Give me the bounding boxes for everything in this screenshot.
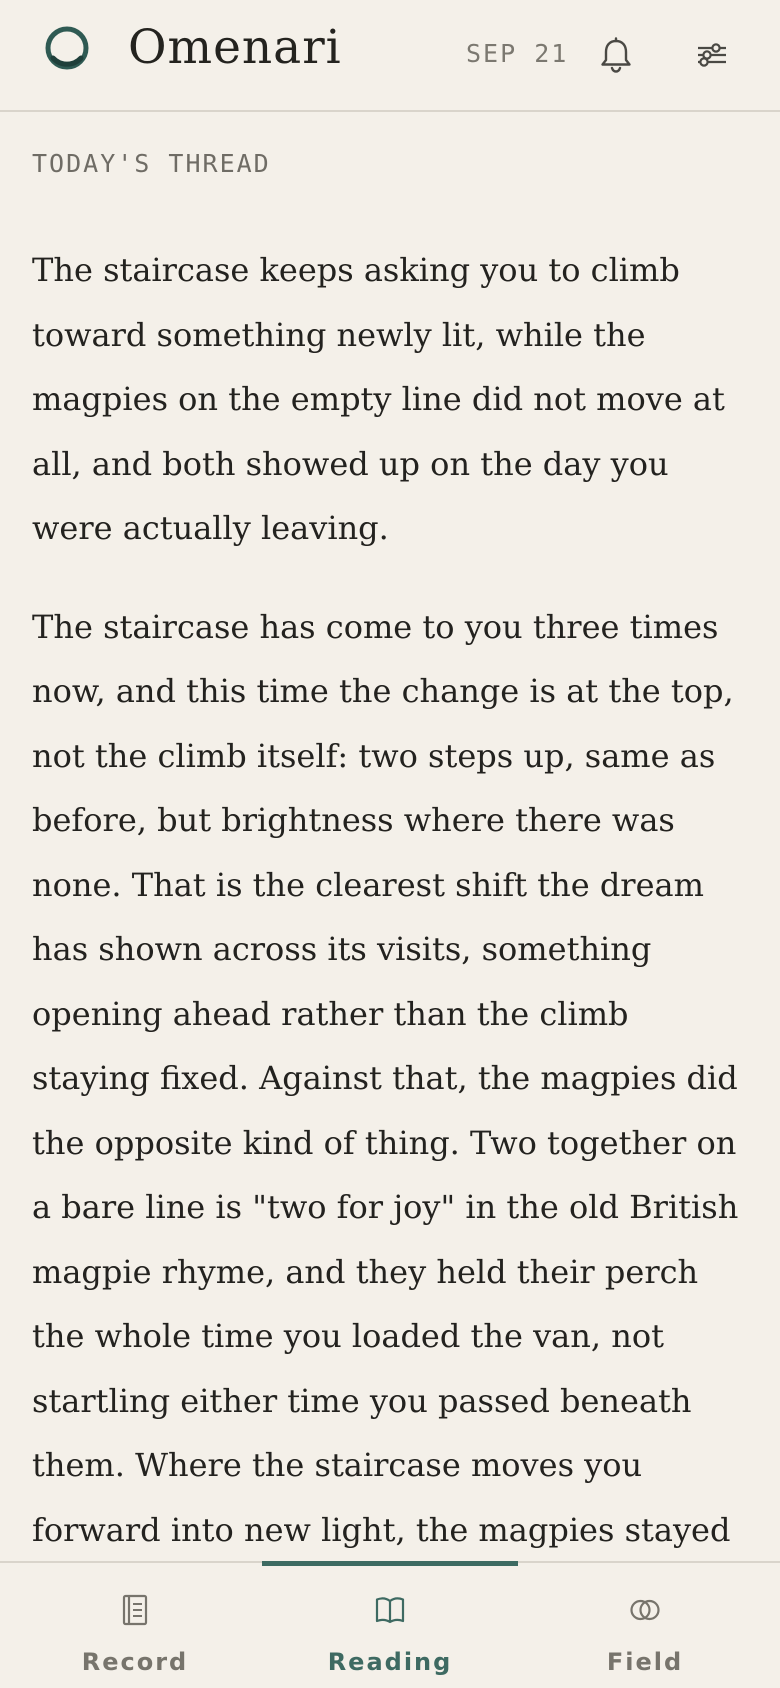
ring-logo-icon <box>45 26 89 70</box>
open-book-icon <box>375 1597 405 1624</box>
reading-content[interactable]: The staircase keeps asking you to climb … <box>32 238 748 1556</box>
bell-icon[interactable] <box>598 36 634 74</box>
app-title: Omenari <box>128 20 342 75</box>
tab-reading-label: Reading <box>327 1648 453 1676</box>
tab-record[interactable]: Record <box>5 1563 265 1688</box>
tab-record-label: Record <box>81 1648 189 1676</box>
reading-paragraph-body: The staircase has come to you three time… <box>32 607 739 1549</box>
app-header: Omenari SEP 21 <box>0 0 780 112</box>
tab-reading[interactable]: Reading <box>260 1563 520 1688</box>
section-label: TODAY'S THREAD <box>32 149 271 178</box>
current-date: SEP 21 <box>466 39 569 68</box>
interlocking-circles-icon <box>630 1599 660 1621</box>
tab-field[interactable]: Field <box>515 1563 775 1688</box>
reading-paragraph-summary: The staircase keeps asking you to climb … <box>32 251 725 547</box>
sliders-icon[interactable] <box>696 40 728 70</box>
bottom-tab-bar: Record Reading Field <box>0 1561 780 1688</box>
journal-icon <box>122 1594 148 1626</box>
tab-field-label: Field <box>606 1648 684 1676</box>
